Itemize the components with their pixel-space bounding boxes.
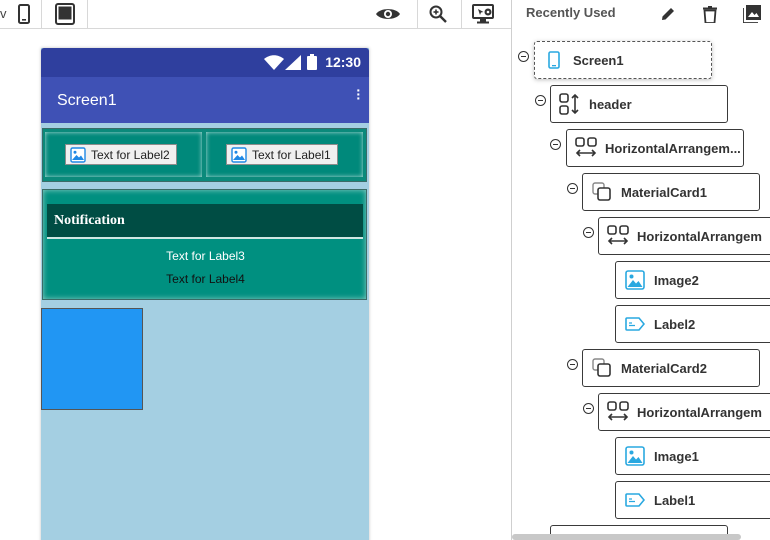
pencil-icon[interactable]: [657, 3, 679, 25]
tree-node-label: Label2: [654, 316, 696, 332]
viewer-toolbar: v: [0, 0, 512, 29]
tree-node-label: HorizontalArrangem...: [605, 140, 741, 156]
image-icon: [624, 269, 646, 291]
notification-title: Notification: [54, 213, 125, 228]
header-arrangement[interactable]: Text for Label2 Text for Label1: [42, 128, 367, 182]
label1-text: Text for Label1: [252, 147, 331, 162]
components-panel: Recently Used Screen1 header HorizontalA…: [512, 0, 770, 540]
wifi-icon: [264, 55, 284, 75]
battery-icon: [307, 54, 317, 75]
label2-text: Text for Label2: [91, 147, 170, 162]
designer-viewer: 12:30 Screen1 ··· Text for Label2 Text: [0, 29, 512, 540]
notification-bar: Notification: [47, 204, 363, 239]
signal-icon: [285, 55, 301, 75]
tree-node-horizontal-arrangement[interactable]: HorizontalArrangem: [598, 217, 770, 255]
collapse-toggle[interactable]: [518, 51, 529, 62]
toolbar-divider: [417, 0, 418, 29]
tree-node-label1[interactable]: Label1: [615, 481, 770, 519]
tree-node-label: Screen1: [573, 52, 624, 68]
tree-node-image2[interactable]: Image2: [615, 261, 770, 299]
phone-icon: [543, 49, 565, 71]
status-time: 12:30: [325, 54, 361, 70]
label-icon: [624, 489, 646, 511]
tree-node-label: header: [589, 96, 632, 112]
panel-horizontal-scrollbar[interactable]: [512, 534, 741, 540]
image-icon: [624, 445, 646, 467]
collapse-toggle[interactable]: [567, 183, 578, 194]
toolbar-divider: [41, 0, 42, 29]
image-icon: [70, 146, 86, 163]
phone-size-icon[interactable]: [14, 0, 34, 28]
label3-text[interactable]: Text for Label3: [43, 249, 368, 263]
collapse-toggle[interactable]: [550, 139, 561, 150]
label-icon: [624, 313, 646, 335]
notification-card[interactable]: Notification Text for Label3 Text for La…: [42, 189, 367, 300]
tree-node-screen1[interactable]: Screen1: [534, 41, 712, 79]
toolbar-divider: [87, 0, 88, 29]
display-settings-icon[interactable]: [471, 0, 497, 28]
label2-component[interactable]: Text for Label2: [65, 144, 177, 165]
app-root: v 12:30 Screen1 · · · Text for Label2 Te…: [0, 0, 770, 540]
material-card-icon: [591, 181, 613, 203]
tree-node-image1[interactable]: Image1: [615, 437, 770, 475]
app-bar: Screen1 · · ·: [41, 77, 369, 123]
material-card-2[interactable]: Text for Label1: [206, 132, 363, 177]
horizontal-arrangement-icon: [607, 225, 629, 247]
panel-header: Recently Used: [512, 0, 770, 29]
zoom-in-icon[interactable]: [427, 0, 449, 28]
tree-node-label: MaterialCard1: [621, 184, 707, 200]
toolbar-divider: [461, 0, 462, 29]
material-card-1[interactable]: Text for Label2: [45, 132, 202, 177]
horizontal-arrangement-icon: [607, 401, 629, 423]
tree-node-material-card-2[interactable]: MaterialCard2: [582, 349, 760, 387]
image-icon: [231, 146, 247, 163]
preview-eye-icon[interactable]: [374, 0, 402, 28]
tablet-size-icon[interactable]: [53, 0, 77, 28]
tree-node-header[interactable]: header: [550, 85, 728, 123]
collapse-toggle[interactable]: [535, 95, 546, 106]
status-bar: 12:30: [41, 48, 369, 77]
material-card-icon: [591, 357, 613, 379]
tree-node-material-card-1[interactable]: MaterialCard1: [582, 173, 760, 211]
panel-title: Recently Used: [526, 5, 616, 20]
tree-node-label: Label1: [654, 492, 696, 508]
phone-preview[interactable]: 12:30 Screen1 ··· Text for Label2 Text: [41, 48, 369, 540]
collapse-toggle[interactable]: [567, 359, 578, 370]
tree-node-label: MaterialCard2: [621, 360, 707, 376]
blue-canvas-box[interactable]: [41, 308, 143, 410]
vertical-arrangement-icon: [559, 93, 581, 115]
image-icon[interactable]: [741, 3, 763, 25]
tree-node-label: HorizontalArrangem: [637, 404, 762, 420]
tree-node-label: Image1: [654, 448, 699, 464]
tree-node-horizontal-arrangement[interactable]: HorizontalArrangem...: [566, 129, 744, 167]
overflow-menu-icon[interactable]: · · ·: [356, 83, 361, 105]
tree-node-label2[interactable]: Label2: [615, 305, 770, 343]
screen-title: Screen1: [57, 92, 117, 109]
collapse-toggle[interactable]: [583, 403, 594, 414]
label1-component[interactable]: Text for Label1: [226, 144, 338, 165]
collapse-toggle[interactable]: [583, 227, 594, 238]
tree-node-label: HorizontalArrangem: [637, 228, 762, 244]
toolbar-cut-text: v: [0, 6, 7, 21]
label4-text[interactable]: Text for Label4: [43, 272, 368, 286]
horizontal-arrangement-icon: [575, 137, 597, 159]
trash-icon[interactable]: [699, 3, 721, 25]
tree-node-horizontal-arrangement[interactable]: HorizontalArrangem: [598, 393, 770, 431]
tree-node-label: Image2: [654, 272, 699, 288]
